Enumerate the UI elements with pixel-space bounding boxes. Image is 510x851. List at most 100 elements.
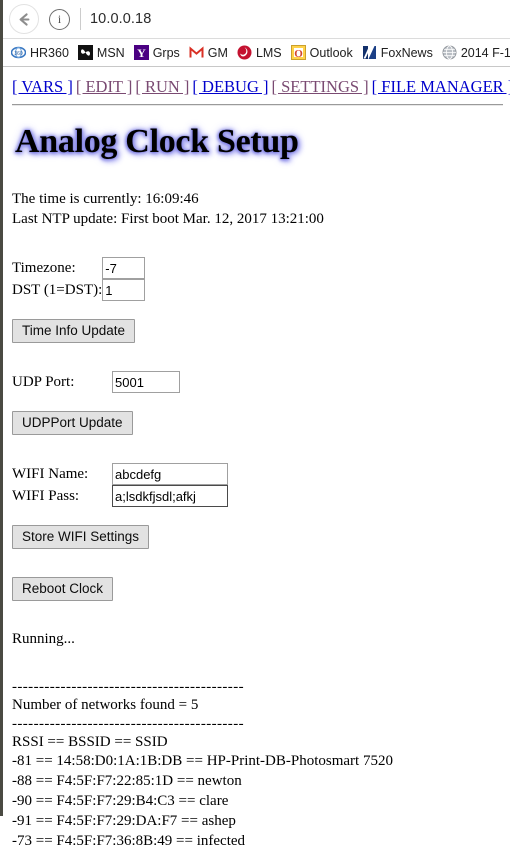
site-info-icon[interactable]: i — [49, 8, 70, 30]
hr360-globe-icon: 360 — [11, 46, 26, 59]
reboot-clock-button[interactable]: Reboot Clock — [12, 577, 114, 601]
separator-top: ----------------------------------------… — [12, 679, 244, 695]
bookmark-label: Grps — [152, 45, 180, 60]
network-rssi: -81 — [12, 753, 32, 769]
bookmark-label: Outlook — [309, 45, 353, 60]
globe-icon — [442, 45, 457, 60]
bookmark-label: FoxNews — [380, 45, 433, 60]
app-nav: [ VARS ][ EDIT ][ RUN ][ DEBUG ][ SETTIN… — [12, 67, 510, 97]
bookmark-lms[interactable]: LMS — [237, 45, 282, 60]
network-ssid: ashep — [201, 813, 236, 829]
bookmark-gm[interactable]: GM — [189, 45, 228, 60]
address-bar-url[interactable]: 10.0.0.18 — [90, 11, 151, 27]
network-bssid: 14:58:D0:1A:1B:DB — [56, 753, 183, 769]
eq-sep: == — [35, 753, 53, 769]
network-rssi: -73 — [12, 833, 32, 849]
udp-port-row: UDP Port: — [12, 371, 180, 393]
network-bssid: F4:5F:F7:29:B4:C3 — [56, 793, 175, 809]
eq-sep: == — [186, 753, 203, 769]
nav-link-vars[interactable]: [ VARS ] — [12, 77, 73, 96]
browser-toolbar: i 10.0.0.18 — [3, 0, 510, 39]
udp-port-form: UDP Port: — [12, 371, 180, 393]
network-rssi: -88 — [12, 773, 32, 789]
network-ssid: HP-Print-DB-Photosmart 7520 — [206, 753, 393, 769]
eq-sep: == — [35, 833, 53, 849]
timezone-row: Timezone: — [12, 257, 146, 279]
dst-label: DST (1=DST): — [12, 282, 103, 298]
bookmark-label: LMS — [255, 45, 282, 60]
bookmark-label: 2014 F-150 — [460, 45, 510, 60]
yahoo-groups-icon: Y — [133, 45, 149, 60]
separator-bottom: ----------------------------------------… — [12, 716, 244, 732]
bookmark-msn[interactable]: MSN — [77, 45, 125, 60]
network-ssid: newton — [197, 773, 242, 789]
network-rssi: -91 — [12, 813, 32, 829]
nav-link-edit[interactable]: [ EDIT ] — [76, 77, 133, 96]
wifi-pass-label: WIFI Pass: — [12, 488, 80, 504]
svg-text:Y: Y — [137, 46, 146, 60]
dst-input-cell — [102, 279, 146, 301]
nav-divider — [12, 104, 503, 106]
network-bssid: F4:5F:F7:22:85:1D — [56, 773, 174, 789]
network-count-line: Number of networks found = 5 — [12, 697, 199, 713]
wifi-name-input[interactable] — [112, 463, 228, 485]
back-arrow-icon[interactable] — [9, 4, 39, 34]
dst-row: DST (1=DST): — [12, 279, 146, 301]
ntp-update-line: Last NTP update: First boot Mar. 12, 201… — [12, 211, 324, 227]
current-time-line: The time is currently: 16:09:46 — [12, 191, 199, 207]
eq-sep: == — [176, 773, 194, 789]
eq-sep: == — [176, 833, 193, 849]
network-row: -73 == F4:5F:F7:36:8B:49 == infected — [12, 831, 510, 851]
wifi-pass-input[interactable] — [112, 485, 228, 507]
gmail-icon — [189, 46, 204, 58]
network-row: -81 == 14:58:D0:1A:1B:DB == HP-Print-DB-… — [12, 751, 510, 771]
eq-sep: == — [35, 793, 53, 809]
eq-sep: == — [35, 773, 53, 789]
network-list: -81 == 14:58:D0:1A:1B:DB == HP-Print-DB-… — [12, 751, 510, 851]
url-separator — [80, 8, 81, 30]
eq-sep: == — [181, 813, 198, 829]
time-info-update-button[interactable]: Time Info Update — [12, 319, 136, 343]
site-info-glyph: i — [57, 12, 62, 26]
wifi-name-row: WIFI Name: — [12, 463, 228, 485]
udp-port-update-button[interactable]: UDPPort Update — [12, 411, 133, 435]
eq-sep: == — [178, 793, 196, 809]
eq-sep: == — [35, 813, 53, 829]
nav-link-settings[interactable]: [ SETTINGS ] — [272, 77, 369, 96]
nav-link-debug[interactable]: [ DEBUG ] — [192, 77, 268, 96]
bookmark-hr360[interactable]: 360 HR360 — [11, 45, 69, 60]
network-ssid: infected — [196, 833, 246, 849]
wifi-name-label: WIFI Name: — [12, 466, 89, 482]
bookmark-label: HR360 — [30, 45, 69, 60]
network-table-header: RSSI == BSSID == SSID — [12, 734, 168, 750]
udp-port-input[interactable] — [112, 371, 180, 393]
page-content: [ VARS ][ EDIT ][ RUN ][ DEBUG ][ SETTIN… — [3, 67, 510, 851]
network-row: -90 == F4:5F:F7:29:B4:C3 == clare — [12, 791, 510, 811]
network-bssid: F4:5F:F7:29:DA:F7 — [56, 813, 178, 829]
svg-text:360: 360 — [14, 51, 23, 57]
timezone-input-cell — [102, 257, 146, 279]
bookmark-grps[interactable]: Y Grps — [133, 45, 180, 60]
bookmark-foxnews[interactable]: FoxNews — [361, 45, 433, 60]
outlook-icon: O — [290, 45, 306, 60]
wifi-name-input-cell — [112, 463, 228, 485]
network-rssi: -90 — [12, 793, 32, 809]
time-info-form: Timezone: DST (1=DST): — [12, 257, 146, 301]
bookmark-outlook[interactable]: O Outlook — [290, 45, 353, 60]
timezone-label: Timezone: — [12, 260, 76, 276]
nav-link-run[interactable]: [ RUN ] — [135, 77, 189, 96]
store-wifi-settings-button[interactable]: Store WIFI Settings — [12, 525, 150, 549]
msn-butterfly-icon — [77, 45, 93, 60]
nav-link-file-manager[interactable]: [ FILE MANAGER ] — [372, 77, 510, 96]
browser-chrome: i 10.0.0.18 360 HR360 MSN Y Grps GM LMS … — [3, 0, 510, 67]
network-row: -88 == F4:5F:F7:22:85:1D == newton — [12, 771, 510, 791]
wifi-pass-input-cell — [112, 485, 228, 507]
bookmark-2014-f150[interactable]: 2014 F-150 — [442, 45, 510, 60]
network-ssid: clare — [199, 793, 229, 809]
lms-swirl-icon — [237, 45, 252, 60]
dst-input[interactable] — [102, 279, 146, 301]
timezone-input[interactable] — [102, 257, 146, 279]
udp-port-label: UDP Port: — [12, 374, 75, 390]
udp-port-input-cell — [112, 371, 180, 393]
bookmark-label: GM — [207, 45, 228, 60]
